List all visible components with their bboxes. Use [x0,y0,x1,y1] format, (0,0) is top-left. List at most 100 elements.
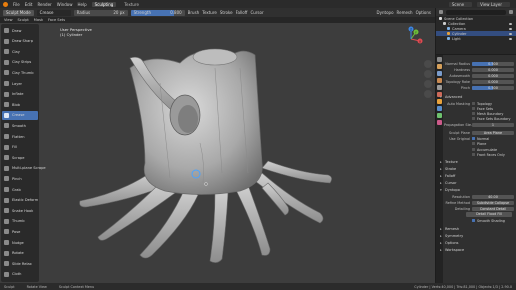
menu-render[interactable]: Render [37,2,51,7]
property-field[interactable]: 40.00 [472,194,514,199]
render-tab-icon[interactable] [437,64,442,69]
checkbox[interactable] [472,112,475,115]
blender-logo-icon[interactable] [3,1,8,7]
property-field[interactable]: 0.500 [472,85,514,90]
tool-thumb[interactable]: Thumb [2,217,38,226]
tool-tab-icon[interactable] [437,57,442,62]
mode-selector[interactable]: Sculpt Mode [3,9,34,16]
checkbox[interactable] [472,137,475,140]
object-tab-icon[interactable] [437,99,442,104]
tool-multi-plane-scrape[interactable]: Multi-plane Scrape [2,164,46,173]
checkbox[interactable] [472,148,475,151]
menu-remesh[interactable]: Remesh [397,10,413,15]
data-tab-icon[interactable] [437,113,442,118]
tool-grab[interactable]: Grab [2,185,38,194]
checkbox[interactable] [472,153,475,156]
outliner-search-input[interactable] [446,9,506,15]
menu-edit[interactable]: Edit [25,2,33,7]
brush-selector[interactable]: Crease [36,9,71,16]
tab-texture[interactable]: Texture [121,2,142,7]
tool-inflate[interactable]: Inflate [2,90,38,99]
menu-options[interactable]: Options [416,10,431,15]
radius-field[interactable]: Radius 20 px [73,9,128,16]
scene-selector[interactable]: Scene [448,1,473,7]
menu-sculpt[interactable]: Sculpt [18,18,29,22]
navigation-gizmo[interactable]: X Y Z [398,26,424,53]
tool-pinch[interactable]: Pinch [2,174,38,183]
checkbox-row[interactable]: Front Faces Only [444,152,516,157]
property-field[interactable]: Constant Detail [472,206,514,211]
panel-header[interactable]: ▾ Dyntopo [440,187,516,192]
panel-header[interactable]: ▸ Falloff [440,173,516,178]
tool-blob[interactable]: Blob [2,100,38,109]
zoom-icon[interactable] [424,60,432,68]
tool-rotate[interactable]: Rotate [2,249,38,258]
tool-draw-sharp[interactable]: Draw Sharp [2,37,38,46]
strength-field[interactable]: Strength 0.800 [130,9,185,16]
menu-texture[interactable]: Texture [202,10,217,15]
tool-clay-thumb[interactable]: Clay Thumb [2,68,38,77]
camera-view-icon[interactable] [424,80,432,88]
property-field[interactable]: 0.500 [472,61,514,66]
tool-scrape[interactable]: Scrape [2,153,38,162]
tool-cloth[interactable]: Cloth [2,270,38,279]
visibility-eye-icon[interactable] [509,32,512,35]
tool-flatten[interactable]: Flatten [2,132,38,141]
view-layer-tab-icon[interactable] [437,78,442,83]
menu-window[interactable]: Window [57,2,73,7]
checkbox[interactable] [472,102,475,105]
visibility-eye-icon[interactable] [509,27,512,30]
panel-header[interactable]: ▸ Symmetry [440,233,516,238]
tool-slide-relax[interactable]: Slide Relax [2,259,38,268]
pan-hand-icon[interactable] [424,70,432,78]
panel-header[interactable]: ▸ Stroke [440,166,516,171]
checkbox-row[interactable]: Smooth Shading [444,218,516,223]
output-tab-icon[interactable] [437,71,442,76]
property-field[interactable]: 0.000 [472,67,514,72]
3d-viewport[interactable] [0,23,435,283]
property-field[interactable]: 0.000 [472,73,514,78]
tab-sculpting[interactable]: Sculpting [91,1,117,7]
checkbox[interactable] [472,219,475,222]
axis-gizmo-icon[interactable]: X Y Z [398,26,424,52]
checkbox[interactable] [472,117,475,120]
tool-elastic-deform[interactable]: Elastic Deform [2,196,38,205]
menu-stroke[interactable]: Stroke [220,10,233,15]
menu-view[interactable]: View [4,18,13,22]
menu-face-sets[interactable]: Face Sets [48,18,65,22]
checkbox-row[interactable]: Face Sets Boundary [444,116,516,121]
checkbox-row[interactable]: Plane [444,141,516,146]
visibility-eye-icon[interactable] [509,37,512,40]
menu-dyntopo[interactable]: Dyntopo [377,10,394,15]
panel-header[interactable]: ▸ Options [440,240,516,245]
menu-cursor[interactable]: Cursor [250,10,263,15]
tool-smooth[interactable]: Smooth [2,121,38,130]
grid-icon[interactable] [424,90,432,98]
detail-flood-fill-button[interactable]: Detail Flood Fill [466,212,512,217]
menu-file[interactable]: File [13,2,20,7]
tool-pose[interactable]: Pose [2,227,38,236]
panel-header[interactable]: ▾ Advanced [440,94,516,99]
property-field[interactable]: Subdivide Collapse [472,200,514,205]
checkbox[interactable] [472,142,475,145]
tool-clay-strips[interactable]: Clay Strips [2,58,38,67]
panel-header[interactable]: ▸ Cursor [440,180,516,185]
tool-draw[interactable]: Draw [2,26,38,35]
sculpt-mesh-render[interactable] [0,23,435,283]
tool-snake-hook[interactable]: Snake Hook [2,206,38,215]
visibility-eye-icon[interactable] [509,22,512,25]
view-layer-selector[interactable]: View Layer [477,1,510,7]
tool-crease[interactable]: Crease [2,110,38,120]
outliner-item-light[interactable]: Light [436,36,516,41]
scene-tab-icon[interactable] [437,85,442,90]
filter-icon[interactable] [509,10,513,14]
property-field[interactable]: 0.000 [472,79,514,84]
property-field[interactable]: Area Plane [472,130,514,135]
tool-nudge[interactable]: Nudge [2,238,38,247]
checkbox[interactable] [472,107,475,110]
menu-brush[interactable]: Brush [188,10,200,15]
menu-falloff[interactable]: Falloff [236,10,248,15]
panel-header[interactable]: ▸ Texture [440,159,516,164]
panel-header[interactable]: ▸ Remesh [440,226,516,231]
outliner-editor-icon[interactable] [439,10,443,14]
